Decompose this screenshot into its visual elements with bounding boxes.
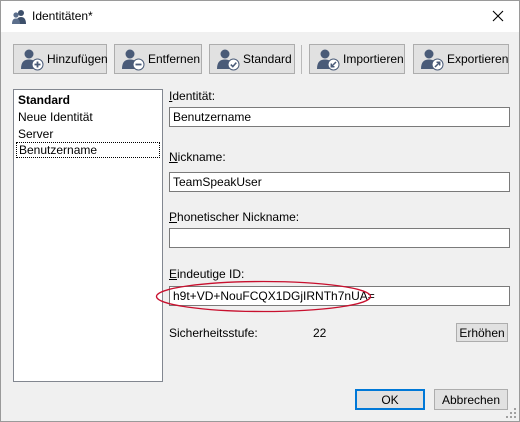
security-level-label: Sicherheitsstufe: xyxy=(169,326,258,340)
remove-identity-button[interactable]: Entfernen xyxy=(114,44,202,74)
set-default-label: Standard xyxy=(243,52,292,66)
export-identity-button[interactable]: Exportieren xyxy=(413,44,509,74)
unique-id-label-accel: E xyxy=(169,267,178,281)
cancel-button[interactable]: Abbrechen xyxy=(434,389,508,410)
user-export-icon xyxy=(421,49,444,71)
remove-identity-label: Entfernen xyxy=(148,52,201,66)
set-default-button[interactable]: Standard xyxy=(209,44,295,74)
phonetic-label-text: honetischer Nickname: xyxy=(177,210,300,224)
nickname-label: Nickname: xyxy=(169,150,226,164)
import-identity-button[interactable]: Importieren xyxy=(309,44,405,74)
highlight-ellipse xyxy=(155,280,372,313)
add-identity-button[interactable]: Hinzufügen xyxy=(13,44,108,74)
title-bar: Identitäten* xyxy=(1,1,519,32)
resize-grip-icon[interactable] xyxy=(505,407,517,419)
nickname-label-text: ickname: xyxy=(177,150,226,164)
identity-label-text: dentität: xyxy=(172,89,216,103)
window-title: Identitäten* xyxy=(32,9,93,23)
export-identity-label: Exportieren xyxy=(447,52,509,66)
list-item-selected[interactable]: Benutzername xyxy=(16,142,160,158)
ok-button[interactable]: OK xyxy=(355,389,425,410)
toolbar-separator xyxy=(301,45,302,74)
user-remove-icon xyxy=(122,49,145,71)
raise-security-button[interactable]: Erhöhen xyxy=(456,323,508,342)
unique-id-label-text: indeutige ID: xyxy=(177,267,245,281)
list-item[interactable]: Standard xyxy=(16,92,160,108)
unique-id-label: Eindeutige ID: xyxy=(169,267,244,281)
phonetic-nickname-input[interactable] xyxy=(169,228,510,248)
import-identity-label: Importieren xyxy=(343,52,404,66)
close-icon[interactable] xyxy=(487,6,509,26)
add-identity-label: Hinzufügen xyxy=(47,52,108,66)
nickname-input[interactable] xyxy=(169,172,510,192)
identity-name-input[interactable] xyxy=(169,107,510,127)
security-level-value: 22 xyxy=(313,326,327,340)
list-item[interactable]: Neue Identität xyxy=(16,109,160,125)
identities-dialog: Identitäten* Hinzufügen Entfernen Standa… xyxy=(0,0,520,422)
phonetic-label-accel: P xyxy=(169,210,178,224)
identity-list[interactable]: Standard Neue Identität Server Benutzern… xyxy=(13,89,163,382)
users-icon xyxy=(12,10,26,24)
user-import-icon xyxy=(317,49,340,71)
toolbar: Hinzufügen Entfernen Standard Importiere… xyxy=(13,44,509,74)
phonetic-nickname-label: Phonetischer Nickname: xyxy=(169,210,299,224)
nickname-label-accel: N xyxy=(169,150,178,164)
user-add-icon xyxy=(21,49,44,71)
identity-label: Identität: xyxy=(169,89,215,103)
user-check-icon xyxy=(217,49,240,71)
list-item[interactable]: Server xyxy=(16,126,160,142)
